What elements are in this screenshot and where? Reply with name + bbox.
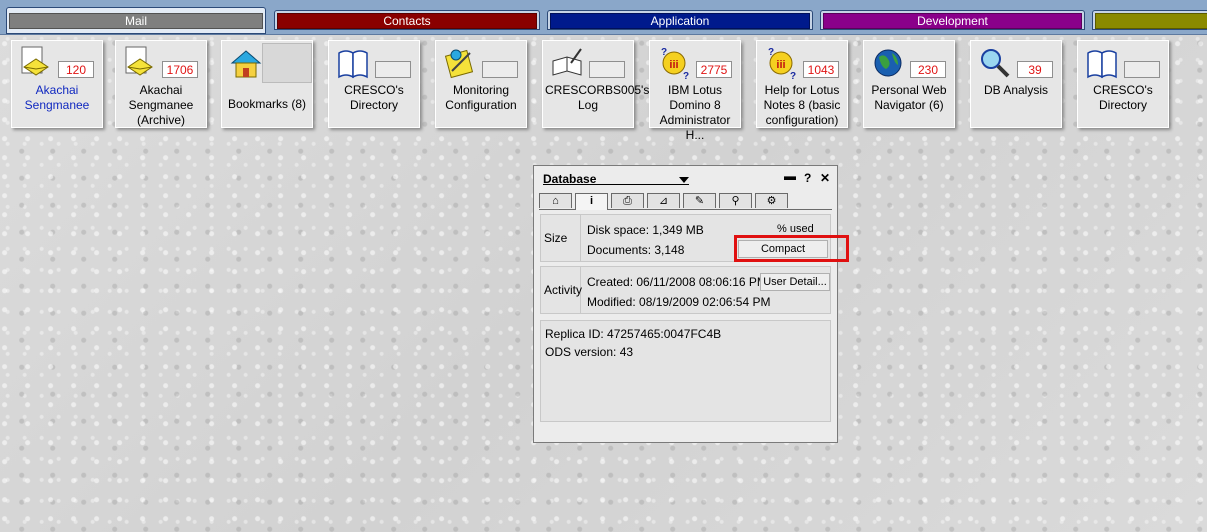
modified-date: Modified: 08/19/2009 02:06:54 PM [587,295,771,309]
unread-count: 1043 [803,61,839,78]
tile-label: DB Analysis [983,83,1049,97]
book-icon [335,45,371,81]
help-icon: iii?? [656,45,692,81]
tile-cresco-directory[interactable]: CRESCO's Directory [328,40,420,128]
globe-icon [870,45,906,81]
info-icon: i [589,195,594,207]
tab-advanced[interactable]: ⚙ [755,193,788,208]
tile-akachai-mail[interactable]: 120 Akachai Sengmanee [11,40,103,128]
tile-label: CRESCORBS005's Log [545,83,650,112]
search-icon: ⚲ [731,195,740,207]
highlight-box [734,235,849,262]
tab-unnamed-label [1095,13,1207,29]
mail-envelope-icon [18,45,54,81]
tab-full-text[interactable]: ⚲ [719,193,752,208]
tile-label: CRESCO's Directory [1093,83,1153,112]
dock-icon[interactable]: ▬ [784,169,796,183]
replica-panel: Replica ID: 47257465:0047FC4B ODS versio… [540,320,831,422]
created-date: Created: 06/11/2008 08:06:16 PM [587,275,767,289]
design-icon: ⊿ [658,195,669,207]
unread-count [1124,61,1160,78]
tile-label: Akachai Sengmanee (Archive) [128,83,194,127]
tab-design[interactable]: ⊿ [647,193,680,208]
basics-icon: ⌂ [552,195,559,207]
tab-info[interactable]: i [575,193,608,210]
svg-text:?: ? [661,47,667,58]
user-detail-button[interactable]: User Detail... [760,273,830,291]
unread-count: 2775 [696,61,732,78]
tab-launch[interactable]: ✎ [683,193,716,208]
tile-bookmarks[interactable]: Bookmarks (8) [221,40,313,128]
tile-personal-web-navigator[interactable]: 230 Personal Web Navigator (6) [863,40,955,128]
tile-label: Personal Web Navigator (6) [871,83,947,112]
tab-printing[interactable]: ⎙ [611,193,644,208]
tile-label: Akachai Sengmanee [24,83,90,112]
unread-count: 1706 [162,61,198,78]
unread-count: 230 [910,61,946,78]
magnifier-icon [977,45,1013,81]
tab-contacts-label: Contacts [277,13,537,29]
unread-count: 120 [58,61,94,78]
rocket-icon: ✎ [694,195,705,207]
activity-panel: Activity Created: 06/11/2008 08:06:16 PM… [540,266,831,314]
printer-icon: ⎙ [623,195,632,207]
tab-development-label: Development [823,13,1082,29]
percent-used-link[interactable]: % used [777,223,814,235]
bookmark-pages-icon [262,43,312,83]
ods-version: ODS version: 43 [545,345,634,359]
tab-basics[interactable]: ⌂ [539,193,572,208]
tab-unnamed[interactable] [1092,10,1207,30]
tile-label: IBM Lotus Domino 8 Administrator H... [659,83,731,142]
advanced-icon: ⚙ [766,195,777,207]
tile-label: CRESCO's Directory [344,83,404,112]
properties-tabs: ⌂ i ⎙ ⊿ ✎ ⚲ ⚙ [539,193,832,210]
help-question-icon[interactable]: ? [804,171,811,185]
chevron-down-icon[interactable] [679,177,689,183]
tile-cresco-directory-2[interactable]: CRESCO's Directory [1077,40,1169,128]
unread-count: 39 [1017,61,1053,78]
svg-text:?: ? [768,47,774,58]
tile-db-analysis[interactable]: 39 DB Analysis [970,40,1062,128]
svg-text:?: ? [683,71,689,81]
properties-type-dropdown[interactable]: Database [543,172,689,186]
unread-count [375,61,411,78]
tile-label: Help for Lotus Notes 8 (basic configurat… [763,83,841,127]
configuration-icon [442,45,478,81]
tab-application[interactable]: Application [547,10,813,30]
log-book-icon [549,45,585,81]
svg-text:iii: iii [776,59,785,71]
svg-text:?: ? [790,71,796,81]
tab-mail-label: Mail [9,13,263,29]
tile-crescorbs005-log[interactable]: CRESCORBS005's Log [542,40,650,128]
disk-space: Disk space: 1,349 MB [587,223,704,237]
tab-application-label: Application [550,13,810,29]
activity-label: Activity [541,267,582,313]
tile-akachai-archive[interactable]: 1706 Akachai Sengmanee (Archive) [115,40,207,128]
tile-domino-admin-help[interactable]: iii?? 2775 IBM Lotus Domino 8 Administra… [649,40,741,142]
tile-monitoring-configuration[interactable]: Monitoring Configuration [435,40,527,128]
documents-count: Documents: 3,148 [587,243,685,257]
tile-label: Bookmarks (8) [227,97,307,111]
replica-id: Replica ID: 47257465:0047FC4B [545,327,722,341]
tile-label: Monitoring Configuration [445,83,517,112]
tab-contacts[interactable]: Contacts [274,10,540,30]
help-icon: iii?? [763,45,799,81]
unread-count [589,61,625,78]
home-icon [228,45,264,81]
close-icon[interactable]: ✕ [820,171,830,185]
book-icon [1084,45,1120,81]
tab-development[interactable]: Development [820,10,1085,30]
workspace-tab-bar: Mail Contacts Application Development [0,0,1207,35]
svg-text:iii: iii [669,59,678,71]
size-label: Size [541,215,581,261]
tab-mail[interactable]: Mail [6,7,266,34]
mail-envelope-icon [122,45,158,81]
tile-lotus-notes-help[interactable]: iii?? 1043 Help for Lotus Notes 8 (basic… [756,40,848,128]
database-properties-box: Database ▬ ? ✕ ⌂ i ⎙ ⊿ ✎ ⚲ ⚙ Size Disk s… [533,165,838,443]
unread-count [482,61,518,78]
